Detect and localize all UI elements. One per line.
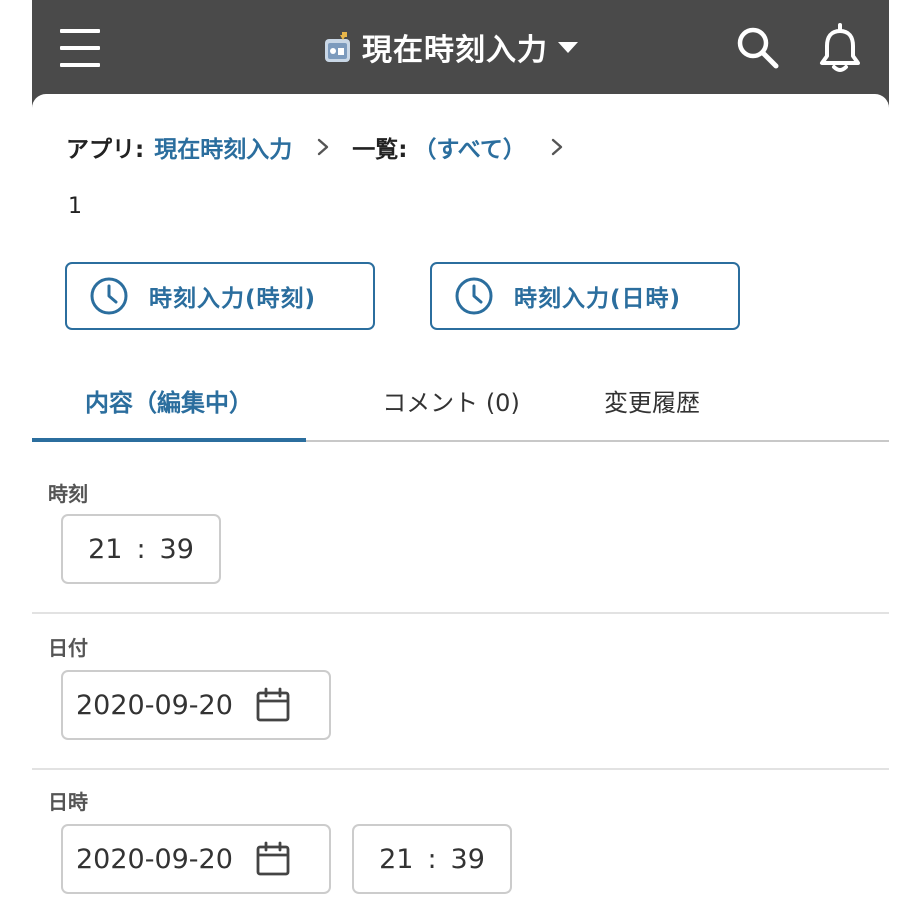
time-input[interactable]: 21 : 39: [61, 514, 221, 584]
bell-icon[interactable]: [816, 22, 864, 74]
datetime-separator: :: [427, 843, 437, 875]
app-title-dropdown[interactable]: 現在時刻入力: [322, 24, 578, 70]
app-title: 現在時刻入力: [362, 33, 548, 68]
breadcrumb-list-label: 一覧:: [352, 137, 408, 163]
tab-content[interactable]: 内容（編集中）: [32, 360, 306, 442]
record-tabs: 内容（編集中） コメント (0) 変更履歴: [32, 360, 889, 442]
datetime-date-value: 2020-09-20: [76, 843, 233, 875]
time-input-datetime-button[interactable]: 時刻入力(日時): [430, 262, 740, 330]
clock-icon: [455, 277, 493, 315]
time-input-time-label: 時刻入力(時刻): [149, 286, 317, 312]
search-icon[interactable]: [734, 24, 782, 72]
header-bar: 現在時刻入力: [32, 0, 889, 108]
datetime-hour: 21: [379, 843, 414, 875]
calendar-icon[interactable]: [255, 687, 291, 723]
field-divider: [32, 768, 889, 770]
date-input[interactable]: 2020-09-20: [61, 670, 331, 740]
app-frame: 現在時刻入力 アプリ: 現在時刻入力 一覧: （すべて） 1 時刻入力(時刻) …: [32, 0, 889, 920]
hamburger-icon[interactable]: [60, 28, 100, 68]
breadcrumb-app-label: アプリ:: [66, 137, 145, 163]
datetime-field-label: 日時: [48, 790, 88, 814]
time-input-datetime-label: 時刻入力(日時): [514, 286, 682, 312]
record-card: アプリ: 現在時刻入力 一覧: （すべて） 1 時刻入力(時刻) 時刻入力(日時…: [32, 94, 889, 920]
field-divider: [32, 612, 889, 614]
time-input-time-button[interactable]: 時刻入力(時刻): [65, 262, 375, 330]
tab-history[interactable]: 変更履歴: [572, 360, 732, 440]
date-field-label: 日付: [48, 636, 88, 660]
clock-icon: [90, 277, 128, 315]
time-separator: :: [136, 533, 146, 565]
datetime-time-input[interactable]: 21 : 39: [352, 824, 512, 894]
tab-comments[interactable]: コメント (0): [306, 360, 596, 440]
breadcrumb-list-link[interactable]: （すべて）: [413, 130, 525, 164]
breadcrumb: アプリ: 現在時刻入力 一覧: （すべて）: [66, 130, 586, 164]
date-value: 2020-09-20: [76, 689, 233, 721]
datetime-date-input[interactable]: 2020-09-20: [61, 824, 331, 894]
caret-down-icon: [558, 41, 578, 53]
time-hour: 21: [88, 533, 123, 565]
time-field-label: 時刻: [48, 482, 88, 506]
time-minute: 39: [159, 533, 194, 565]
datetime-minute: 39: [450, 843, 485, 875]
chevron-right-icon: [551, 138, 563, 156]
chevron-right-icon: [318, 138, 329, 156]
calendar-icon[interactable]: [255, 841, 291, 877]
breadcrumb-app-link[interactable]: 現在時刻入力: [154, 130, 292, 164]
record-id: 1: [68, 194, 82, 219]
app-icon: [325, 32, 350, 62]
